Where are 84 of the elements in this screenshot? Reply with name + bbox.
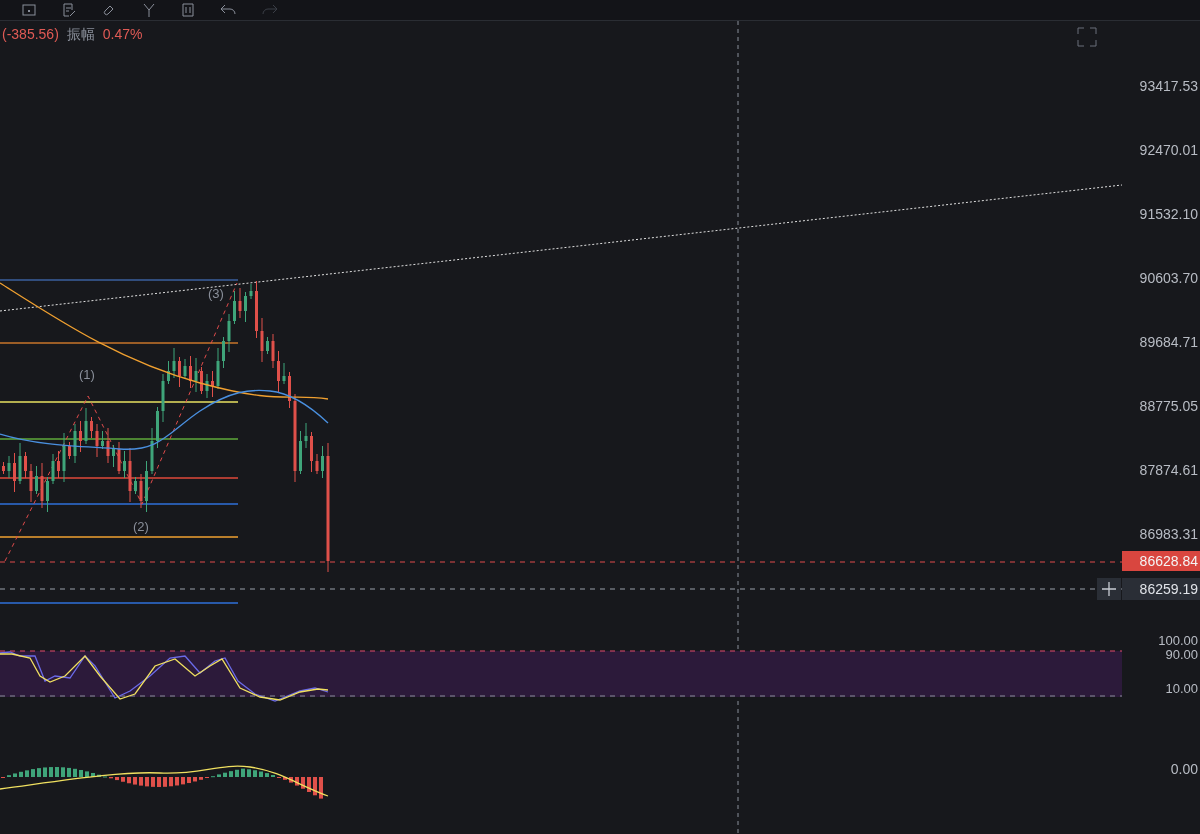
candlestick: [18, 442, 22, 485]
candlestick: [288, 371, 291, 409]
candlestick: [216, 347, 220, 390]
candlestick: [227, 313, 231, 353]
amplitude-label: 振幅: [66, 26, 95, 44]
price-axis-label: 92470.01: [1139, 142, 1198, 158]
wave-label: (3): [208, 286, 224, 301]
candlestick: [194, 357, 198, 393]
candlestick: [321, 445, 324, 479]
candlestick: [282, 362, 286, 385]
candlestick: [161, 373, 165, 423]
candlestick: [79, 420, 82, 453]
candlestick: [233, 290, 236, 325]
candlestick: [183, 358, 187, 380]
price-axis-label: 88775.05: [1139, 398, 1198, 414]
candlestick: [128, 447, 132, 503]
crosshair-price-label: 86259.19: [1122, 578, 1200, 600]
candlestick: [134, 476, 137, 495]
candlestick: [123, 450, 126, 479]
candlestick: [244, 291, 247, 323]
candlestick: [315, 453, 319, 475]
macd-axis-label: 0.00: [1170, 761, 1198, 777]
candlestick: [145, 460, 148, 513]
candlestick: [310, 431, 313, 473]
candlestick: [139, 473, 143, 509]
price-axis-label: 86983.31: [1139, 526, 1198, 542]
candlestick: [40, 462, 44, 509]
candlestick: [304, 422, 308, 449]
candlestick: [24, 451, 27, 479]
wave-label: (2): [133, 519, 149, 534]
candlestick: [2, 461, 5, 475]
crosshair-plus-icon[interactable]: [1097, 578, 1121, 600]
candlestick: [266, 336, 269, 355]
price-axis-label: 87874.61: [1139, 462, 1198, 478]
oscillator-axis-label: 90.00: [1165, 647, 1198, 662]
rectangle-tool-icon[interactable]: [22, 4, 36, 16]
candlestick: [211, 370, 214, 398]
price-change: (-385.56): [2, 26, 59, 44]
wave-label: (1): [79, 367, 95, 382]
candlestick: [106, 427, 110, 464]
candlestick: [95, 423, 99, 458]
price-axis-label: 91532.10: [1139, 206, 1198, 222]
candlestick: [277, 350, 280, 393]
candlestick: [172, 347, 176, 379]
candlestick: [73, 423, 77, 464]
oscillator-axis-label: 10.00: [1165, 681, 1198, 696]
candlestick: [156, 406, 159, 449]
candlestick: [112, 444, 115, 468]
candlestick: [101, 430, 104, 450]
amplitude-value: 0.47%: [102, 26, 143, 44]
note-edit-icon[interactable]: [62, 3, 76, 17]
candlestick: [90, 416, 93, 439]
candlestick: [117, 441, 121, 475]
candlestick: [84, 407, 88, 445]
candlestick: [57, 450, 60, 479]
price-axis-label: 93417.53: [1139, 78, 1198, 94]
candlestick: [200, 366, 203, 395]
last-price-label: 86628.84: [1122, 551, 1200, 571]
candlestick: [189, 355, 192, 389]
candlestick: [238, 287, 242, 319]
candlestick: [222, 336, 225, 369]
price-axis-label: 90603.70: [1139, 270, 1198, 286]
candlestick: [35, 465, 38, 495]
candlestick: [249, 283, 253, 300]
candlestick: [68, 441, 71, 460]
candlestick: [29, 463, 33, 503]
candlestick: [205, 373, 209, 399]
candlestick: [51, 453, 55, 485]
candlestick: [13, 452, 16, 493]
fork-icon[interactable]: [142, 3, 156, 17]
candlestick: [260, 317, 264, 363]
candlestick: [271, 333, 275, 369]
candlestick: [255, 280, 258, 339]
price-axis-label: 89684.71: [1139, 334, 1198, 350]
candlestick: [46, 476, 49, 513]
undo-icon[interactable]: [220, 4, 236, 16]
candlestick: [167, 360, 170, 385]
candlestick: [7, 455, 11, 479]
trash-icon[interactable]: [182, 3, 194, 17]
candlestick: [178, 356, 181, 388]
candlestick: [150, 427, 154, 475]
candlestick: [299, 430, 302, 475]
oscillator-axis-label: 100.00: [1158, 633, 1198, 648]
candlestick: [62, 432, 66, 483]
